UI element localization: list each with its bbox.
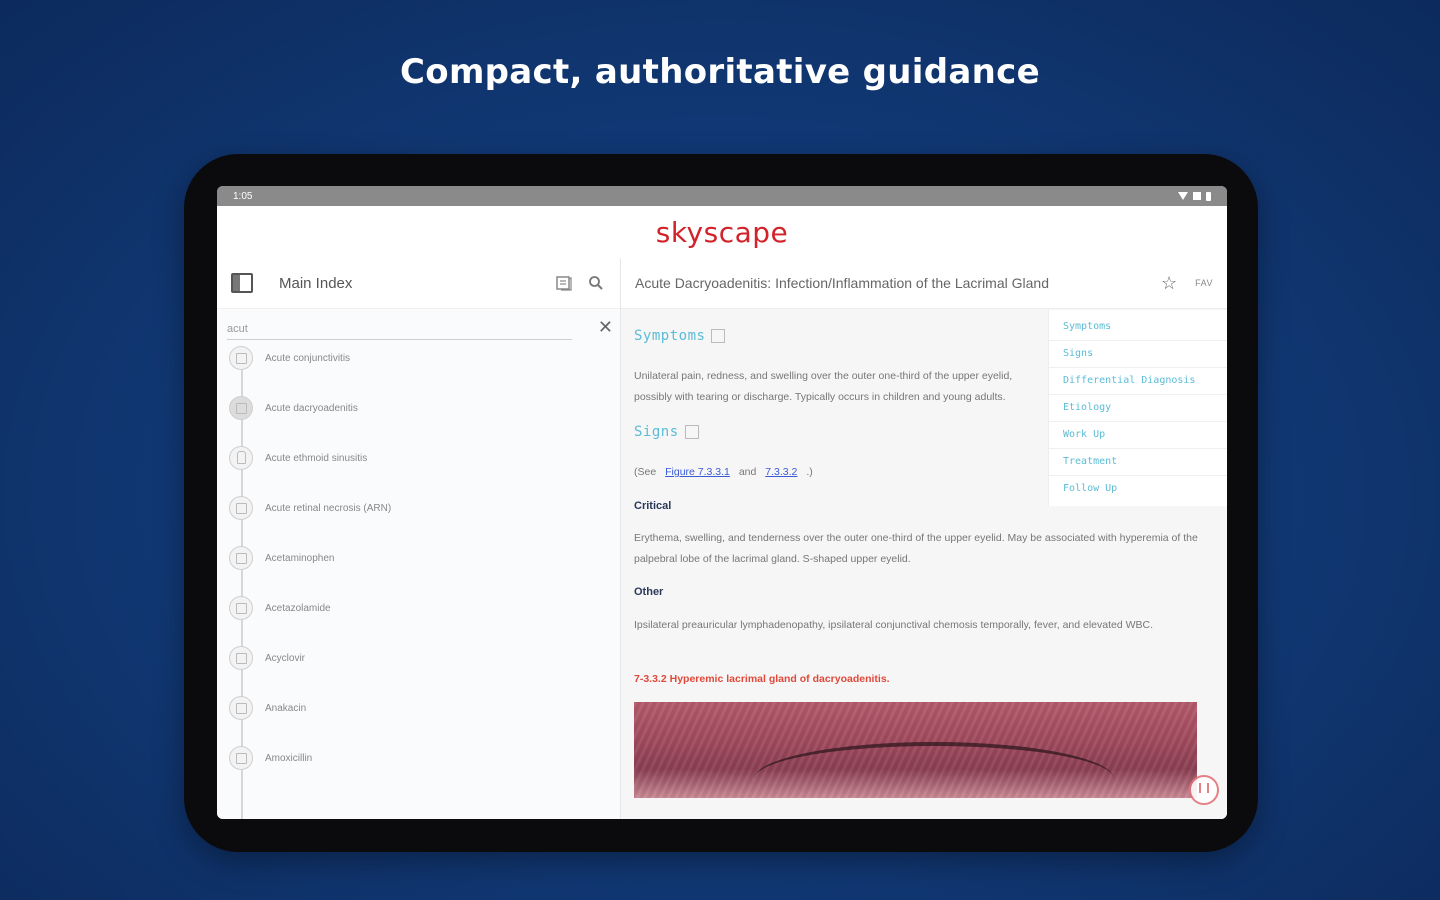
page-headline: Compact, authoritative guidance: [400, 52, 1040, 92]
document-icon: [229, 346, 253, 370]
list-item[interactable]: Amoxicillin: [229, 733, 312, 783]
toc-item-signs[interactable]: Signs: [1049, 341, 1227, 368]
figure-link-1[interactable]: Figure 7.3.3.1: [665, 466, 730, 478]
jump-icon[interactable]: [711, 329, 726, 343]
app-logo: skyscape: [655, 215, 789, 249]
bookshelf-icon: [556, 276, 572, 291]
toc-item-symptoms[interactable]: Symptoms: [1049, 314, 1227, 341]
list-item[interactable]: Anakacin: [229, 683, 306, 733]
list-item[interactable]: Acetaminophen: [229, 533, 335, 583]
tablet-screen: 1:05 skyscape Main Index ✕: [217, 186, 1227, 819]
favorite-label[interactable]: FAV: [1195, 278, 1213, 288]
jump-icon[interactable]: [684, 425, 699, 439]
toc-item-etiology[interactable]: Etiology: [1049, 395, 1227, 422]
document-icon: [229, 546, 253, 570]
toc-item-differential-diagnosis[interactable]: Differential Diagnosis: [1049, 368, 1227, 395]
symptoms-heading: Symptoms: [634, 328, 726, 344]
see-suffix: .): [806, 466, 813, 478]
see-and: and: [738, 466, 757, 478]
document-icon: [229, 746, 253, 770]
document-icon: [229, 646, 253, 670]
document-panel: Acute Dacryoadenitis: Infection/Inflamma…: [621, 258, 1227, 819]
panel-toggle-icon[interactable]: [231, 273, 253, 293]
document-title: Acute Dacryoadenitis: Infection/Inflamma…: [635, 275, 1049, 291]
toc-item-follow-up[interactable]: Follow Up: [1049, 476, 1227, 502]
list-item[interactable]: Acetazolamide: [229, 583, 331, 633]
index-title: Main Index: [279, 274, 353, 292]
list-item[interactable]: Acute ethmoid sinusitis: [229, 433, 367, 483]
list-item[interactable]: Acyclovir: [229, 633, 305, 683]
list-item-label: Acute conjunctivitis: [265, 352, 351, 364]
critical-text: Erythema, swelling, and tenderness over …: [634, 532, 1198, 565]
index-panel: Main Index ✕ Acute conjunctivitis: [217, 258, 621, 819]
star-icon[interactable]: ☆: [1161, 273, 1177, 294]
symptoms-heading-text: Symptoms: [634, 328, 706, 344]
list-item-label: Amoxicillin: [265, 752, 313, 764]
content-area: Main Index ✕ Acute conjunctivitis: [217, 258, 1227, 819]
signs-heading: Signs: [634, 424, 699, 440]
document-header: Acute Dacryoadenitis: Infection/Inflamma…: [621, 258, 1227, 309]
other-heading: Other: [634, 586, 664, 598]
list-item[interactable]: Acute retinal necrosis (ARN): [229, 483, 391, 533]
document-icon: [229, 396, 253, 420]
list-item-label: Acyclovir: [265, 652, 306, 664]
index-list: Acute conjunctivitis Acute dacryoadeniti…: [217, 346, 620, 819]
other-text: Ipsilateral preauricular lymphadenopathy…: [634, 619, 1154, 631]
list-item-label: Acute dacryoadenitis: [265, 402, 358, 414]
search-icon: [589, 276, 603, 290]
wifi-icon: [1178, 192, 1188, 200]
app-bar: skyscape: [217, 206, 1227, 259]
list-item-label: Acute ethmoid sinusitis: [265, 452, 368, 464]
list-item[interactable]: Acute dacryoadenitis: [229, 383, 358, 433]
critical-heading: Critical: [634, 500, 672, 512]
signs-reference: (See Figure 7.3.3.1 and 7.3.3.2 .): [634, 462, 813, 483]
document-icon: [229, 596, 253, 620]
document-icon: [229, 696, 253, 720]
signs-heading-text: Signs: [634, 424, 679, 440]
table-of-contents: Symptoms Signs Differential Diagnosis Et…: [1048, 310, 1227, 506]
index-header: Main Index: [217, 258, 620, 309]
figure-link-2[interactable]: 7.3.3.2: [765, 466, 797, 478]
toc-item-work-up[interactable]: Work Up: [1049, 422, 1227, 449]
toc-item-treatment[interactable]: Treatment: [1049, 449, 1227, 476]
list-item-label: Anakacin: [265, 702, 307, 714]
see-prefix: (See: [634, 466, 657, 478]
signal-icon: [1193, 192, 1201, 200]
document-icon: [229, 496, 253, 520]
search-button[interactable]: [586, 273, 606, 293]
clear-search-icon[interactable]: ✕: [598, 317, 613, 338]
status-icons: [1178, 191, 1211, 201]
list-item-label: Acetaminophen: [265, 552, 335, 564]
figure-image[interactable]: [634, 702, 1197, 798]
status-time: 1:05: [233, 190, 253, 202]
figure-caption: 7-3.3.2 Hyperemic lacrimal gland of dacr…: [634, 673, 890, 685]
lock-icon: [229, 446, 253, 470]
list-item-label: Acetazolamide: [265, 602, 331, 614]
list-item-label: Acute retinal necrosis (ARN): [265, 502, 392, 514]
status-bar: 1:05: [217, 186, 1227, 206]
list-item[interactable]: Acute conjunctivitis: [229, 333, 350, 383]
battery-icon: [1206, 191, 1211, 201]
settings-fab-icon[interactable]: [1189, 775, 1219, 805]
bookshelf-button[interactable]: [554, 273, 574, 293]
symptoms-text: Unilateral pain, redness, and swelling o…: [634, 370, 1013, 403]
